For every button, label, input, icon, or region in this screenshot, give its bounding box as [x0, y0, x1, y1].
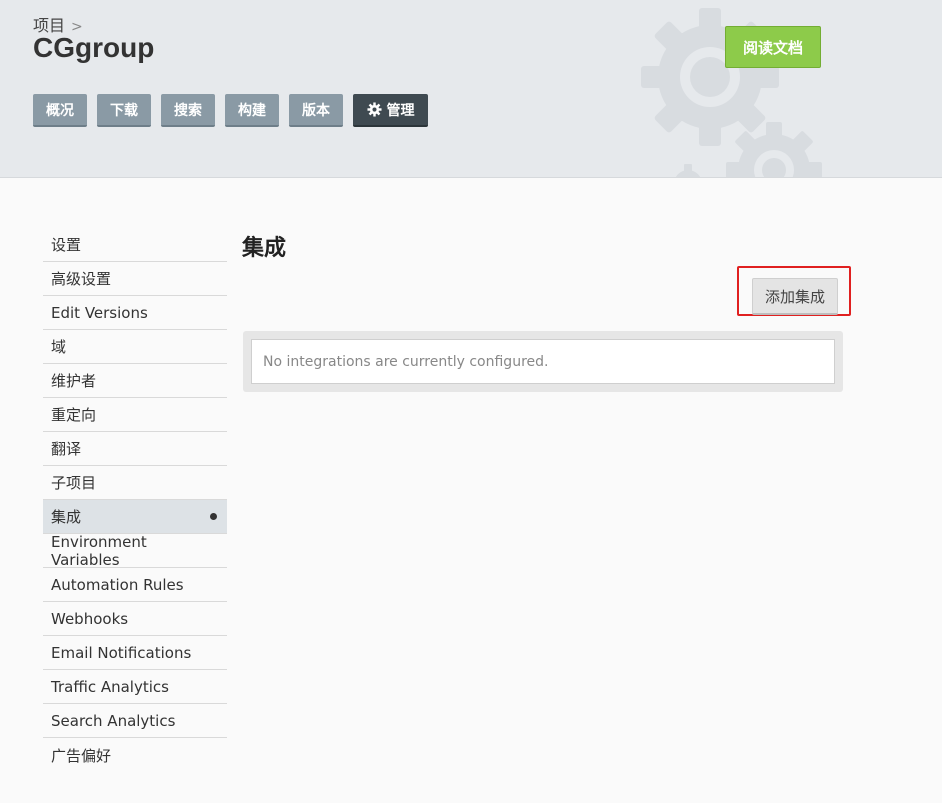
- page-title: 集成: [242, 236, 287, 261]
- nav-overview-button[interactable]: 概况: [33, 94, 87, 127]
- sidebar-item-label: 重定向: [51, 406, 97, 424]
- nav-admin-label: 管理: [386, 102, 415, 119]
- admin-sidebar: 设置 高级设置 Edit Versions 域 维护者 重定向 翻译 子项目 集…: [43, 228, 227, 772]
- gear-icon: [366, 102, 382, 117]
- sidebar-item-redirects[interactable]: 重定向: [43, 398, 227, 432]
- sidebar-item-label: Traffic Analytics: [51, 677, 169, 696]
- sidebar-item-integrations[interactable]: 集成: [43, 500, 227, 534]
- sidebar-item-label: Edit Versions: [51, 303, 148, 322]
- sidebar-item-label: Automation Rules: [51, 575, 184, 594]
- sidebar-item-environment-variables[interactable]: Environment Variables: [43, 532, 227, 569]
- sidebar-item-automation-rules[interactable]: Automation Rules: [43, 568, 227, 602]
- sidebar-item-settings[interactable]: 设置: [43, 228, 227, 262]
- sidebar-item-label: 广告偏好: [51, 746, 112, 765]
- sidebar-item-edit-versions[interactable]: Edit Versions: [43, 296, 227, 330]
- gear-background-tiny-icon: [675, 164, 701, 177]
- sidebar-item-label: Environment Variables: [51, 532, 147, 569]
- sidebar-item-label: Webhooks: [51, 609, 129, 628]
- sidebar-item-label: 翻译: [51, 440, 82, 458]
- sidebar-item-domains[interactable]: 域: [43, 330, 227, 364]
- sidebar-item-webhooks[interactable]: Webhooks: [43, 602, 227, 636]
- sidebar-item-traffic-analytics[interactable]: Traffic Analytics: [43, 670, 227, 704]
- sidebar-item-label: Email Notifications: [51, 643, 192, 662]
- nav-downloads-button[interactable]: 下载: [97, 94, 151, 127]
- sidebar-item-email-notifications[interactable]: Email Notifications: [43, 636, 227, 670]
- sidebar-item-translations[interactable]: 翻译: [43, 432, 227, 466]
- empty-state-message: No integrations are currently configured…: [251, 339, 835, 384]
- sidebar-item-label: 高级设置: [51, 270, 112, 288]
- sidebar-item-ad-preferences[interactable]: 广告偏好: [43, 738, 227, 772]
- sidebar-item-advanced-settings[interactable]: 高级设置: [43, 262, 227, 296]
- sidebar-item-maintainers[interactable]: 维护者: [43, 364, 227, 398]
- nav-admin-button[interactable]: 管理: [353, 94, 428, 127]
- gear-background-small-icon: [726, 122, 822, 177]
- active-indicator-dot: [210, 513, 217, 520]
- nav-versions-button[interactable]: 版本: [289, 94, 343, 127]
- nav-builds-button[interactable]: 构建: [225, 94, 279, 127]
- sidebar-item-label: Search Analytics: [51, 711, 176, 730]
- sidebar-item-label: 子项目: [51, 474, 97, 492]
- sidebar-item-label: 维护者: [51, 372, 97, 390]
- nav-search-button[interactable]: 搜索: [161, 94, 215, 127]
- read-docs-button[interactable]: 阅读文档: [725, 26, 821, 68]
- sidebar-item-search-analytics[interactable]: Search Analytics: [43, 704, 227, 738]
- add-integration-button[interactable]: 添加集成: [752, 278, 838, 315]
- sidebar-item-label: 设置: [51, 236, 82, 254]
- integrations-list-panel: No integrations are currently configured…: [243, 331, 843, 392]
- sidebar-item-subprojects[interactable]: 子项目: [43, 466, 227, 500]
- sidebar-item-label: 集成: [51, 508, 82, 526]
- sidebar-item-label: 域: [51, 338, 67, 356]
- project-header: 项目 > CGgroup 概况 下载 搜索 构建 版本 管理 阅读文档: [0, 0, 942, 178]
- project-title: CGgroup: [33, 32, 155, 63]
